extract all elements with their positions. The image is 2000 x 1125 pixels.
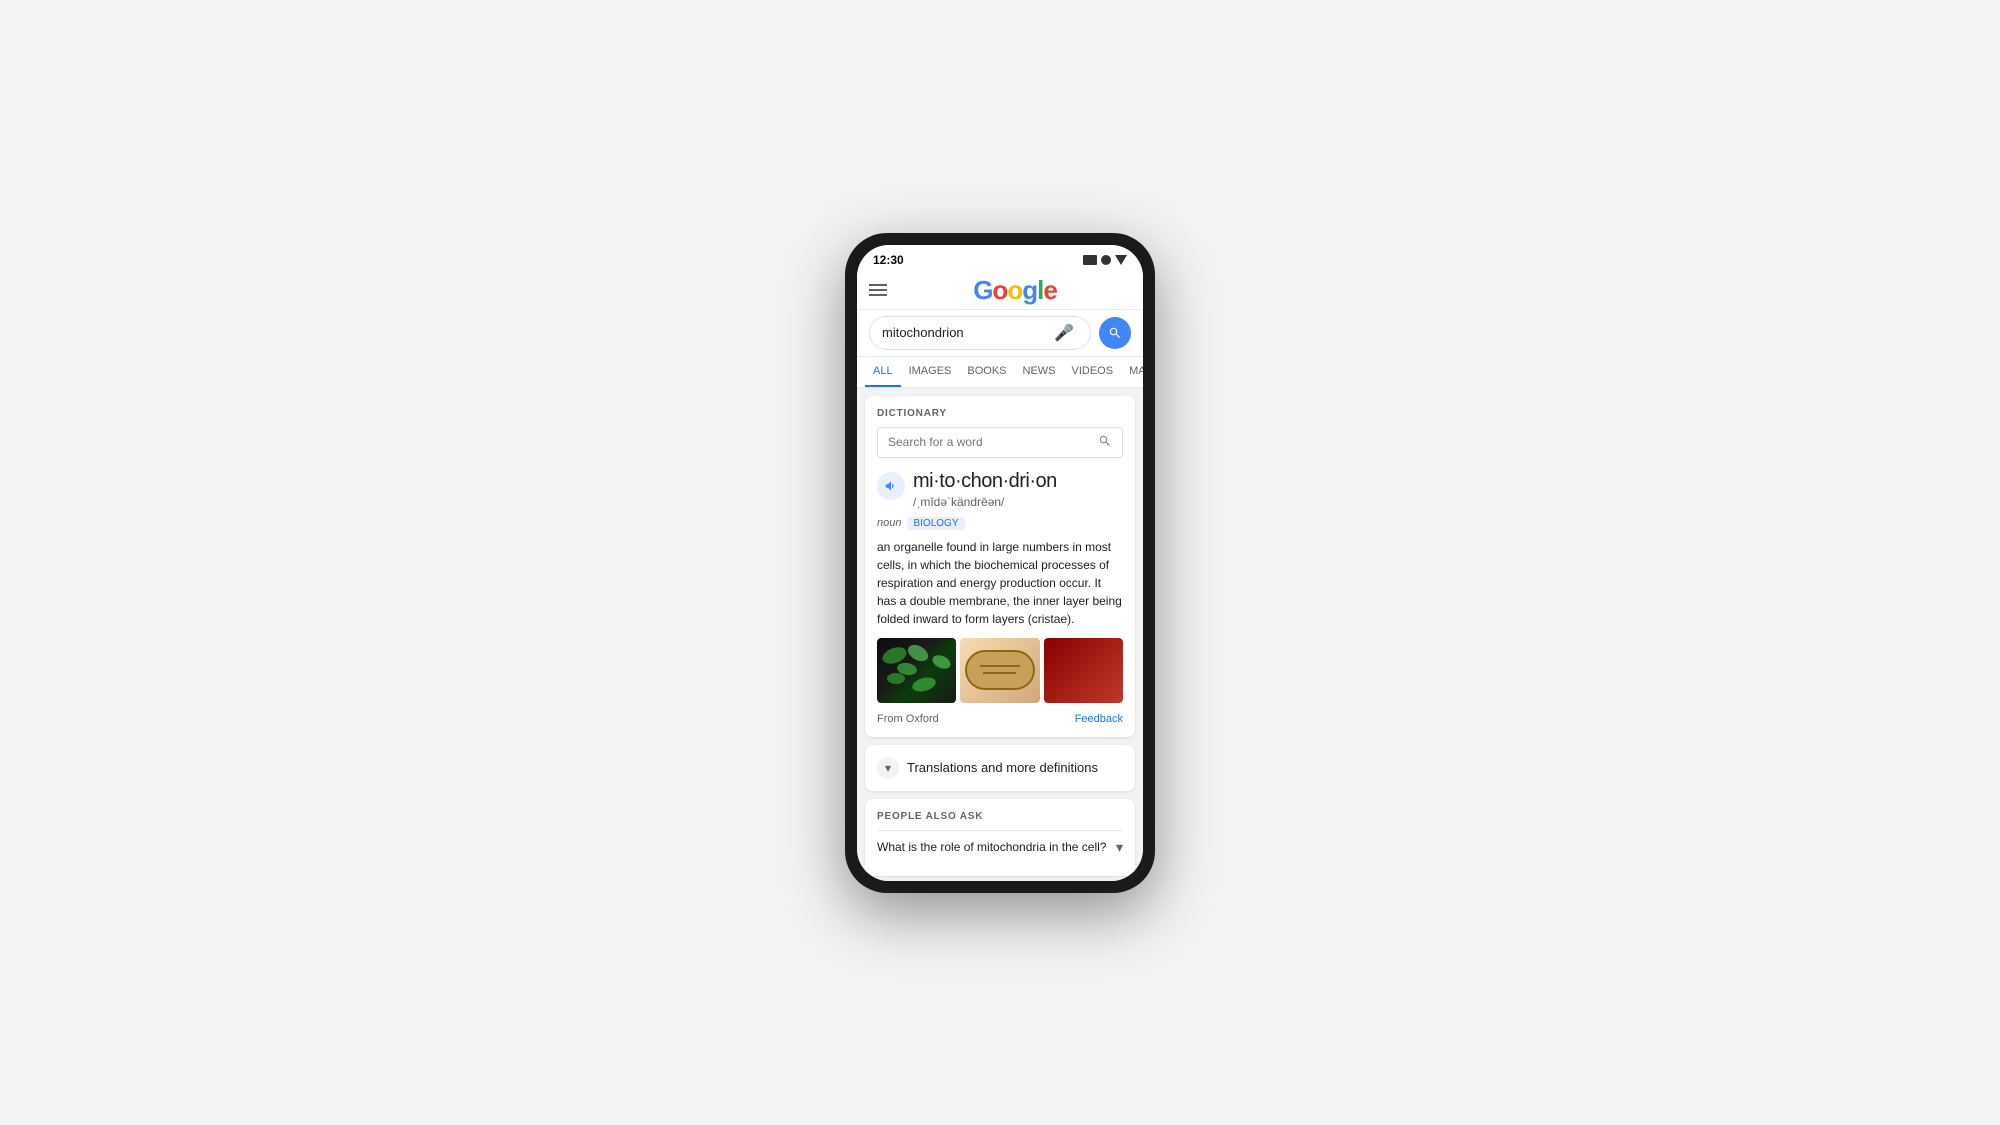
word-pronunciation: /ˌmīdəˈkändrēən/ bbox=[913, 495, 1057, 509]
mito-image-3[interactable] bbox=[1044, 638, 1123, 703]
logo-g2: g bbox=[1022, 275, 1037, 305]
tab-news[interactable]: NEWS bbox=[1015, 357, 1064, 387]
mito-inner-structure2 bbox=[983, 672, 1016, 674]
word-tags: noun BIOLOGY bbox=[877, 517, 1123, 530]
dictionary-section-label: DICTIONARY bbox=[877, 408, 1123, 419]
time-display: 12:30 bbox=[873, 253, 904, 267]
tab-more[interactable]: MA... bbox=[1121, 357, 1143, 387]
search-query-text: mitochondrion bbox=[882, 325, 1054, 340]
mito-image-2[interactable] bbox=[960, 638, 1039, 703]
search-button[interactable] bbox=[1099, 317, 1131, 349]
search-bar: mitochondrion 🎤 bbox=[857, 310, 1143, 357]
mito-diagram bbox=[965, 650, 1035, 690]
logo-e: e bbox=[1043, 275, 1056, 305]
wifi-icon bbox=[1101, 255, 1111, 265]
tab-books[interactable]: BOOKS bbox=[959, 357, 1014, 387]
dictionary-search-icon bbox=[1098, 434, 1112, 451]
mito-image-1[interactable] bbox=[877, 638, 956, 703]
logo-o1: o bbox=[992, 275, 1007, 305]
dictionary-search-box[interactable] bbox=[877, 427, 1123, 458]
people-also-ask-card: PEOPLE ALSO ASK What is the role of mito… bbox=[865, 799, 1135, 876]
feedback-link[interactable]: Feedback bbox=[1075, 713, 1123, 725]
dictionary-footer: From Oxford Feedback bbox=[877, 713, 1123, 725]
mito-blob bbox=[911, 675, 938, 694]
search-input-wrap[interactable]: mitochondrion 🎤 bbox=[869, 316, 1091, 350]
definition-images bbox=[877, 638, 1123, 703]
status-icons bbox=[1083, 255, 1127, 265]
logo-o2: o bbox=[1007, 275, 1022, 305]
people-also-ask-label: PEOPLE ALSO ASK bbox=[877, 811, 1123, 822]
phone-frame: 12:30 Google mitochondrion 🎤 bbox=[845, 233, 1155, 893]
tab-images[interactable]: IMAGES bbox=[901, 357, 960, 387]
signal-icon bbox=[1083, 255, 1097, 265]
word-definition: an organelle found in large numbers in m… bbox=[877, 538, 1123, 628]
word-header: mi·to·chon·dri·on /ˌmīdəˈkändrēən/ bbox=[877, 470, 1123, 509]
word-info: mi·to·chon·dri·on /ˌmīdəˈkändrēən/ bbox=[913, 470, 1057, 509]
dictionary-card: DICTIONARY bbox=[865, 396, 1135, 737]
chevron-down-icon: ▾ bbox=[877, 757, 899, 779]
tab-all[interactable]: ALL bbox=[865, 357, 901, 387]
mito-blob bbox=[930, 652, 952, 671]
source-label: From Oxford bbox=[877, 713, 939, 725]
subject-tag: BIOLOGY bbox=[907, 517, 964, 530]
tab-videos[interactable]: VIDEOS bbox=[1064, 357, 1122, 387]
word-text: mi·to·chon·dri·on bbox=[913, 470, 1057, 493]
translations-label: Translations and more definitions bbox=[907, 760, 1098, 775]
part-of-speech-tag: noun bbox=[877, 517, 901, 529]
ask-chevron-icon: ▾ bbox=[1116, 839, 1123, 856]
status-bar: 12:30 bbox=[857, 245, 1143, 271]
mito-blob bbox=[905, 641, 931, 664]
mito-blob bbox=[887, 673, 905, 684]
translations-row[interactable]: ▾ Translations and more definitions bbox=[865, 745, 1135, 791]
hamburger-menu-button[interactable] bbox=[869, 284, 887, 296]
logo-g: G bbox=[973, 275, 992, 305]
battery-icon bbox=[1115, 255, 1127, 265]
phone-screen: 12:30 Google mitochondrion 🎤 bbox=[857, 245, 1143, 881]
search-tabs: ALL IMAGES BOOKS NEWS VIDEOS MA... bbox=[857, 357, 1143, 388]
ask-question-text: What is the role of mitochondria in the … bbox=[877, 840, 1116, 854]
google-logo: Google bbox=[899, 277, 1131, 303]
ask-item[interactable]: What is the role of mitochondria in the … bbox=[877, 830, 1123, 864]
main-content: DICTIONARY bbox=[857, 388, 1143, 881]
google-header: Google bbox=[857, 271, 1143, 310]
mic-icon[interactable]: 🎤 bbox=[1054, 323, 1074, 343]
mito-inner-structure bbox=[980, 665, 1020, 667]
dictionary-search-input[interactable] bbox=[888, 435, 1098, 449]
speaker-button[interactable] bbox=[877, 472, 905, 500]
